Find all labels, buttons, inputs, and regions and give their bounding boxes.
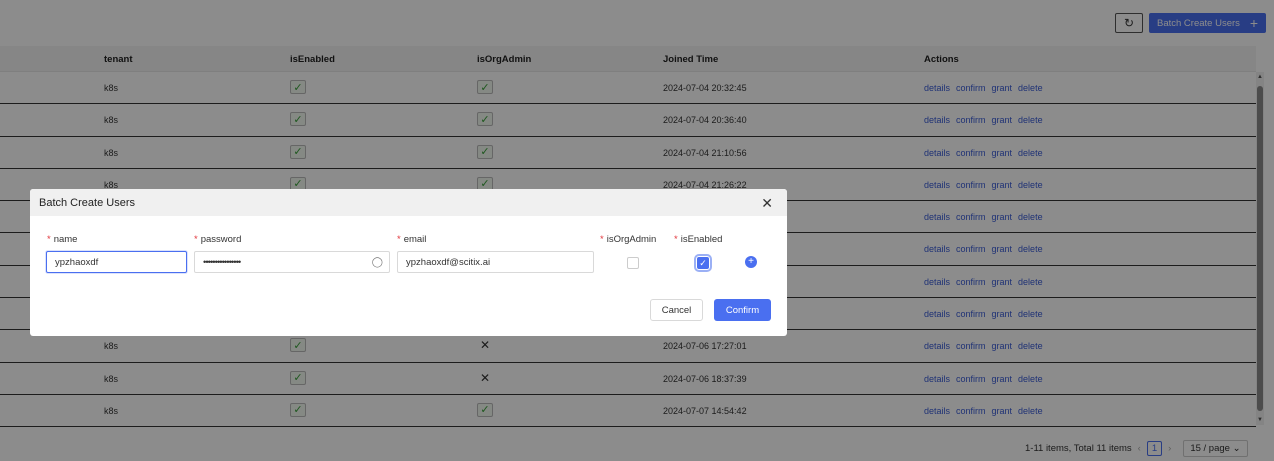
password-label: * password: [194, 234, 241, 245]
name-label-text: name: [53, 234, 78, 245]
isorgadmin-label-text: isOrgAdmin: [606, 234, 657, 245]
required-mark: *: [397, 234, 401, 245]
email-input[interactable]: ypzhaoxdf@scitix.ai: [397, 251, 594, 273]
password-input[interactable]: •••••••••••••••• ◯: [194, 251, 390, 273]
eye-invisible-icon[interactable]: ◯: [372, 257, 383, 268]
required-mark: *: [674, 234, 678, 245]
isenabled-label: * isEnabled: [674, 234, 722, 245]
email-label-text: email: [403, 234, 427, 245]
name-input-value: ypzhaoxdf: [55, 256, 99, 268]
required-mark: *: [47, 234, 51, 245]
email-label: * email: [397, 234, 426, 245]
isenabled-label-text: isEnabled: [680, 234, 723, 245]
dialog-title: Batch Create Users: [39, 197, 135, 209]
batch-create-users-dialog: Batch Create Users ✕ * name * password * em…: [30, 189, 787, 336]
plus-circle-icon: +: [748, 256, 754, 267]
close-icon[interactable]: ✕: [761, 195, 773, 212]
required-mark: *: [194, 234, 198, 245]
check-icon: ✓: [699, 257, 707, 268]
name-input[interactable]: ypzhaoxdf: [46, 251, 187, 273]
isorgadmin-checkbox[interactable]: [627, 257, 639, 269]
email-input-value: ypzhaoxdf@scitix.ai: [406, 256, 491, 268]
required-mark: *: [600, 234, 604, 245]
cancel-button[interactable]: Cancel: [650, 299, 703, 321]
password-label-text: password: [200, 234, 242, 245]
add-row-button[interactable]: +: [745, 256, 757, 268]
isenabled-checkbox[interactable]: ✓: [694, 254, 712, 272]
password-input-value: ••••••••••••••••: [203, 256, 241, 268]
name-label: * name: [47, 234, 77, 245]
dialog-header: Batch Create Users ✕: [30, 189, 787, 216]
confirm-button[interactable]: Confirm: [714, 299, 771, 321]
isorgadmin-label: * isOrgAdmin: [600, 234, 656, 245]
